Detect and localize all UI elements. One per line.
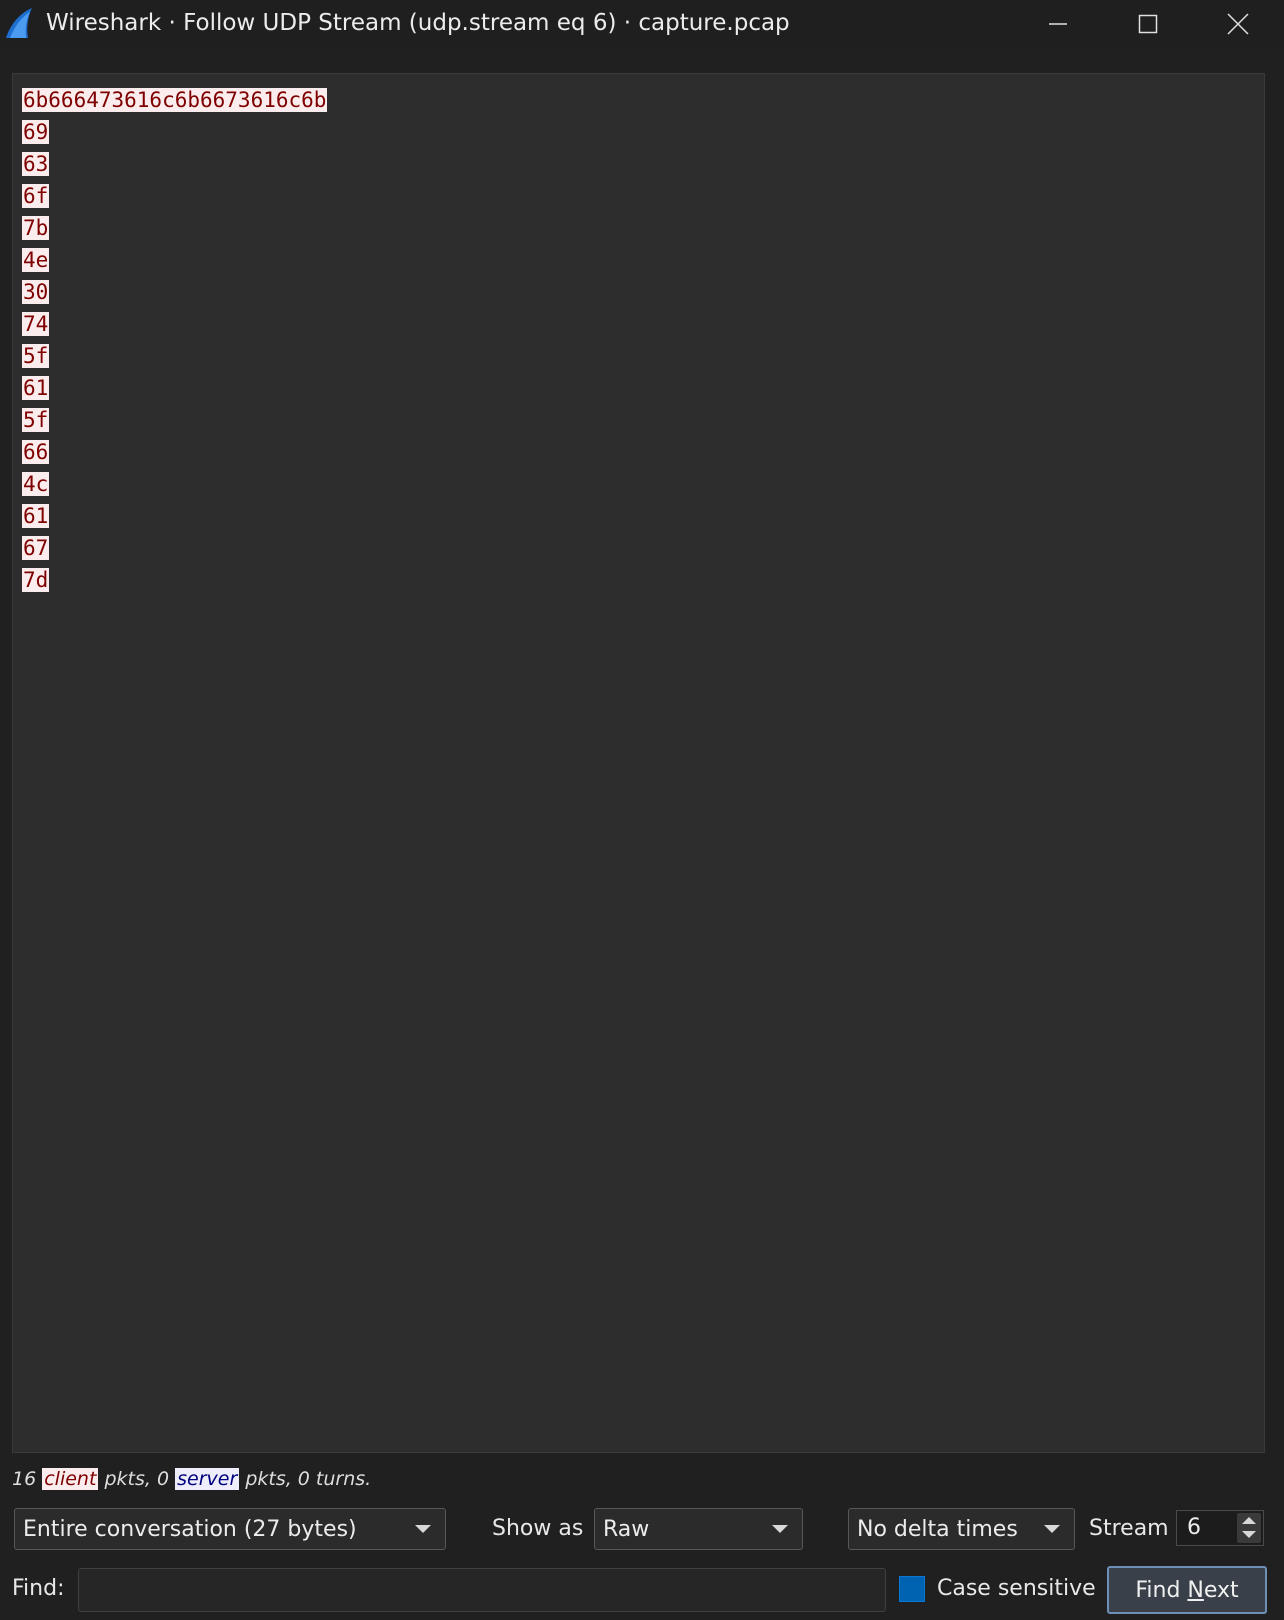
stream-line: 69 xyxy=(22,116,327,148)
client-data: 61 xyxy=(22,376,50,400)
stream-line: 7b xyxy=(22,212,327,244)
wireshark-fin-icon xyxy=(6,8,32,38)
conversation-value: Entire conversation (27 bytes) xyxy=(23,1516,357,1542)
show-as-select[interactable]: Raw xyxy=(594,1508,803,1550)
client-data: 67 xyxy=(22,536,50,560)
stream-line: 66 xyxy=(22,436,327,468)
stream-line: 6f xyxy=(22,180,327,212)
find-next-mnemonic: N xyxy=(1187,1577,1204,1603)
title-bar[interactable]: Wireshark · Follow UDP Stream (udp.strea… xyxy=(0,0,1284,50)
find-next-label-post: ext xyxy=(1203,1577,1239,1603)
stream-line: 61 xyxy=(22,372,327,404)
client-data: 63 xyxy=(22,152,50,176)
client-data: 66 xyxy=(22,440,50,464)
conversation-select[interactable]: Entire conversation (27 bytes) xyxy=(14,1508,446,1550)
stream-number-spinbox[interactable]: 6 xyxy=(1176,1510,1264,1546)
client-data: 30 xyxy=(22,280,50,304)
stream-line: 4e xyxy=(22,244,327,276)
client-data: 4c xyxy=(22,472,50,496)
window-title: Wireshark · Follow UDP Stream (udp.strea… xyxy=(46,10,790,36)
maximize-button[interactable] xyxy=(1108,0,1188,48)
stream-label: Stream xyxy=(1089,1516,1169,1541)
show-as-label: Show as xyxy=(492,1516,584,1541)
close-button[interactable] xyxy=(1198,0,1278,48)
stream-line: 6b666473616c6b6673616c6b xyxy=(22,84,328,116)
find-next-label-pre: Find xyxy=(1135,1577,1188,1603)
show-as-value: Raw xyxy=(603,1516,650,1542)
client-data: 5f xyxy=(22,344,50,368)
stream-line: 30 xyxy=(22,276,327,308)
stream-line: 5f xyxy=(22,340,327,372)
stream-text-area[interactable]: 6b666473616c6b6673616c6b 69 63 6f 7b 4e 30 74 5f… xyxy=(12,73,1265,1453)
find-label: Find: xyxy=(12,1576,65,1601)
stream-line: 67 xyxy=(22,532,327,564)
find-input[interactable] xyxy=(78,1568,886,1612)
stream-line: 5f xyxy=(22,404,327,436)
client-packet-count: 16 xyxy=(12,1468,37,1490)
client-data: 7d xyxy=(22,568,50,592)
case-sensitive-label[interactable]: Case sensitive xyxy=(937,1576,1096,1601)
stats-tail-text: pkts, 0 turns. xyxy=(245,1468,372,1490)
spin-buttons[interactable] xyxy=(1237,1513,1261,1543)
delta-times-select[interactable]: No delta times xyxy=(848,1508,1075,1550)
spin-up-icon[interactable] xyxy=(1242,1517,1256,1524)
close-icon xyxy=(1227,13,1249,35)
case-sensitive-checkbox[interactable] xyxy=(899,1576,925,1602)
chevron-down-icon xyxy=(772,1525,788,1533)
client-data: 5f xyxy=(22,408,50,432)
server-tag: server xyxy=(175,1468,240,1490)
client-data: 74 xyxy=(22,312,50,336)
stream-line: 63 xyxy=(22,148,327,180)
find-next-button[interactable]: Find Next xyxy=(1107,1566,1267,1614)
client-data: 69 xyxy=(22,120,50,144)
stats-mid-text: pkts, 0 xyxy=(104,1468,170,1490)
client-tag: client xyxy=(42,1468,99,1490)
stream-line: 7d xyxy=(22,564,327,596)
chevron-down-icon xyxy=(1044,1525,1060,1533)
chevron-down-icon xyxy=(415,1525,431,1533)
stream-stats: 16 client pkts, 0 server pkts, 0 turns. xyxy=(12,1468,371,1490)
minimize-button[interactable] xyxy=(1018,0,1098,48)
client-data: 4e xyxy=(22,248,50,272)
stream-line: 74 xyxy=(22,308,327,340)
client-data: 6b666473616c6b6673616c6b xyxy=(22,88,328,112)
minimize-icon xyxy=(1049,23,1067,25)
stream-line: 4c xyxy=(22,468,327,500)
stream-line: 61 xyxy=(22,500,327,532)
stream-lines: 6b666473616c6b6673616c6b 69 63 6f 7b 4e 30 74 5f… xyxy=(22,84,328,596)
client-data: 6f xyxy=(22,184,50,208)
delta-times-value: No delta times xyxy=(857,1516,1018,1542)
client-data: 61 xyxy=(22,504,50,528)
client-data: 7b xyxy=(22,216,50,240)
stream-number-value: 6 xyxy=(1187,1515,1201,1540)
spin-down-icon[interactable] xyxy=(1242,1531,1256,1538)
maximize-icon xyxy=(1138,14,1158,34)
